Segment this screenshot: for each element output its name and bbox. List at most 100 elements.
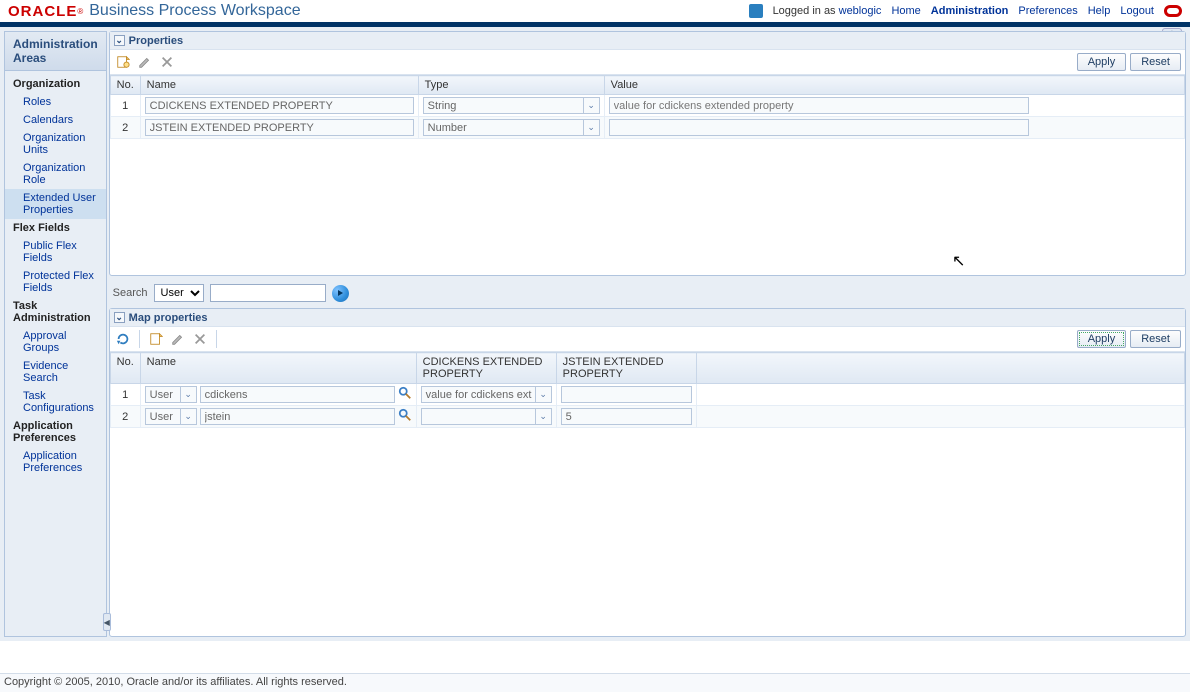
sidebar-item-org-units[interactable]: Organization Units bbox=[5, 129, 106, 159]
prop-value-input[interactable] bbox=[609, 97, 1029, 114]
sidebar: Administration Areas Organization Roles … bbox=[4, 31, 107, 637]
col-blank bbox=[696, 353, 1184, 384]
main-area: ◀ ⌄ Properties Apply Reset bbox=[109, 31, 1186, 637]
properties-header: ⌄ Properties bbox=[110, 32, 1185, 50]
chevron-down-icon[interactable]: ⌄ bbox=[180, 387, 196, 402]
properties-reset-button[interactable]: Reset bbox=[1130, 53, 1181, 71]
row-no: 2 bbox=[110, 117, 140, 139]
identity-type-select[interactable]: User⌄ bbox=[145, 408, 197, 425]
properties-title: Properties bbox=[129, 35, 183, 47]
identity-type-select[interactable]: User⌄ bbox=[145, 386, 197, 403]
search-type-select[interactable]: User bbox=[154, 284, 204, 302]
top-bar: ORACLE ® Business Process Workspace Logg… bbox=[0, 0, 1190, 25]
col-value[interactable]: Value bbox=[604, 76, 1184, 95]
identity-name-input[interactable] bbox=[200, 386, 395, 403]
map-header: ⌄ Map properties bbox=[110, 309, 1185, 327]
sidebar-group-organization: Organization bbox=[5, 75, 106, 93]
lookup-icon[interactable] bbox=[398, 408, 412, 425]
delete-icon[interactable] bbox=[191, 330, 209, 348]
search-go-icon[interactable] bbox=[332, 285, 349, 302]
row-no: 1 bbox=[110, 95, 140, 117]
cdickens-value-select[interactable]: ⌄ bbox=[421, 408, 552, 425]
disclose-icon[interactable]: ⌄ bbox=[114, 312, 125, 323]
sidebar-item-public-flex[interactable]: Public Flex Fields bbox=[5, 237, 106, 267]
properties-table: No. Name Type Value 1 String⌄ bbox=[110, 75, 1185, 139]
chevron-down-icon[interactable]: ⌄ bbox=[535, 387, 551, 402]
oracle-circle-icon bbox=[1164, 5, 1182, 17]
chevron-down-icon[interactable]: ⌄ bbox=[180, 409, 196, 424]
table-row: 2 User⌄ bbox=[110, 406, 1184, 428]
map-toolbar: Apply Reset bbox=[110, 327, 1185, 352]
map-apply-button[interactable]: Apply bbox=[1077, 330, 1127, 348]
prop-type-select[interactable]: Number⌄ bbox=[423, 119, 600, 136]
logged-in-text: Logged in as weblogic bbox=[773, 5, 882, 17]
sidebar-collapse-icon[interactable]: ◀ bbox=[103, 613, 111, 631]
sidebar-item-task-config[interactable]: Task Configurations bbox=[5, 387, 106, 417]
edit-icon[interactable] bbox=[169, 330, 187, 348]
jstein-value-input[interactable] bbox=[561, 386, 692, 403]
new-icon[interactable] bbox=[114, 53, 132, 71]
col-name[interactable]: Name bbox=[140, 76, 418, 95]
map-table: No. Name CDICKENS EXTENDED PROPERTY JSTE… bbox=[110, 352, 1185, 428]
sidebar-item-calendars[interactable]: Calendars bbox=[5, 111, 106, 129]
sidebar-item-roles[interactable]: Roles bbox=[5, 93, 106, 111]
oracle-logo: ORACLE bbox=[8, 3, 77, 20]
nav-logout[interactable]: Logout bbox=[1120, 5, 1154, 17]
sidebar-title: Administration Areas bbox=[5, 32, 106, 71]
sidebar-group-flex-fields: Flex Fields bbox=[5, 219, 106, 237]
nav-home[interactable]: Home bbox=[891, 5, 920, 17]
chevron-down-icon[interactable]: ⌄ bbox=[535, 409, 551, 424]
new-icon[interactable] bbox=[147, 330, 165, 348]
disclose-icon[interactable]: ⌄ bbox=[114, 35, 125, 46]
prop-type-select[interactable]: String⌄ bbox=[423, 97, 600, 114]
sidebar-item-extended-user-properties[interactable]: Extended User Properties bbox=[5, 189, 106, 219]
jstein-value-input[interactable] bbox=[561, 408, 692, 425]
sidebar-item-app-prefs[interactable]: Application Preferences bbox=[5, 447, 106, 477]
identity-name-input[interactable] bbox=[200, 408, 395, 425]
chevron-down-icon[interactable]: ⌄ bbox=[583, 120, 599, 135]
col-cdickens[interactable]: CDICKENS EXTENDED PROPERTY bbox=[416, 353, 556, 384]
app-title: Business Process Workspace bbox=[89, 2, 300, 20]
row-no: 1 bbox=[110, 384, 140, 406]
nav-administration[interactable]: Administration bbox=[931, 5, 1009, 17]
row-no: 2 bbox=[110, 406, 140, 428]
footer-copyright: Copyright © 2005, 2010, Oracle and/or it… bbox=[0, 673, 1190, 692]
sidebar-group-app-prefs: Application Preferences bbox=[5, 417, 106, 447]
prop-name-input[interactable] bbox=[145, 119, 414, 136]
col-name[interactable]: Name bbox=[140, 353, 416, 384]
user-link[interactable]: weblogic bbox=[839, 5, 882, 17]
col-jstein[interactable]: JSTEIN EXTENDED PROPERTY bbox=[556, 353, 696, 384]
edit-icon[interactable] bbox=[136, 53, 154, 71]
delete-icon[interactable] bbox=[158, 53, 176, 71]
sidebar-item-org-role[interactable]: Organization Role bbox=[5, 159, 106, 189]
nav-preferences[interactable]: Preferences bbox=[1018, 5, 1077, 17]
nav-help[interactable]: Help bbox=[1088, 5, 1111, 17]
search-label: Search bbox=[113, 287, 148, 299]
sidebar-body: Organization Roles Calendars Organizatio… bbox=[5, 71, 106, 636]
prop-value-input[interactable] bbox=[609, 119, 1029, 136]
table-row: 1 String⌄ bbox=[110, 95, 1184, 117]
col-type[interactable]: Type bbox=[418, 76, 604, 95]
map-reset-button[interactable]: Reset bbox=[1130, 330, 1181, 348]
table-row: 2 Number⌄ bbox=[110, 117, 1184, 139]
search-row: Search User bbox=[113, 284, 1186, 302]
sidebar-item-protected-flex[interactable]: Protected Flex Fields bbox=[5, 267, 106, 297]
sidebar-item-approval-groups[interactable]: Approval Groups bbox=[5, 327, 106, 357]
table-row: 1 User⌄ bbox=[110, 384, 1184, 406]
chevron-down-icon[interactable]: ⌄ bbox=[583, 98, 599, 113]
map-properties-panel: ⌄ Map properties Apply bbox=[109, 308, 1186, 637]
properties-toolbar: Apply Reset bbox=[110, 50, 1185, 75]
sidebar-group-task-admin: Task Administration bbox=[5, 297, 106, 327]
col-no[interactable]: No. bbox=[110, 353, 140, 384]
properties-apply-button[interactable]: Apply bbox=[1077, 53, 1127, 71]
refresh-icon[interactable] bbox=[114, 330, 132, 348]
cdickens-value-select[interactable]: value for cdickens ext⌄ bbox=[421, 386, 552, 403]
prop-name-input[interactable] bbox=[145, 97, 414, 114]
user-icon bbox=[749, 4, 763, 18]
map-title: Map properties bbox=[129, 312, 208, 324]
search-input[interactable] bbox=[210, 284, 326, 302]
oracle-reg: ® bbox=[77, 7, 83, 16]
lookup-icon[interactable] bbox=[398, 386, 412, 403]
sidebar-item-evidence-search[interactable]: Evidence Search bbox=[5, 357, 106, 387]
col-no[interactable]: No. bbox=[110, 76, 140, 95]
